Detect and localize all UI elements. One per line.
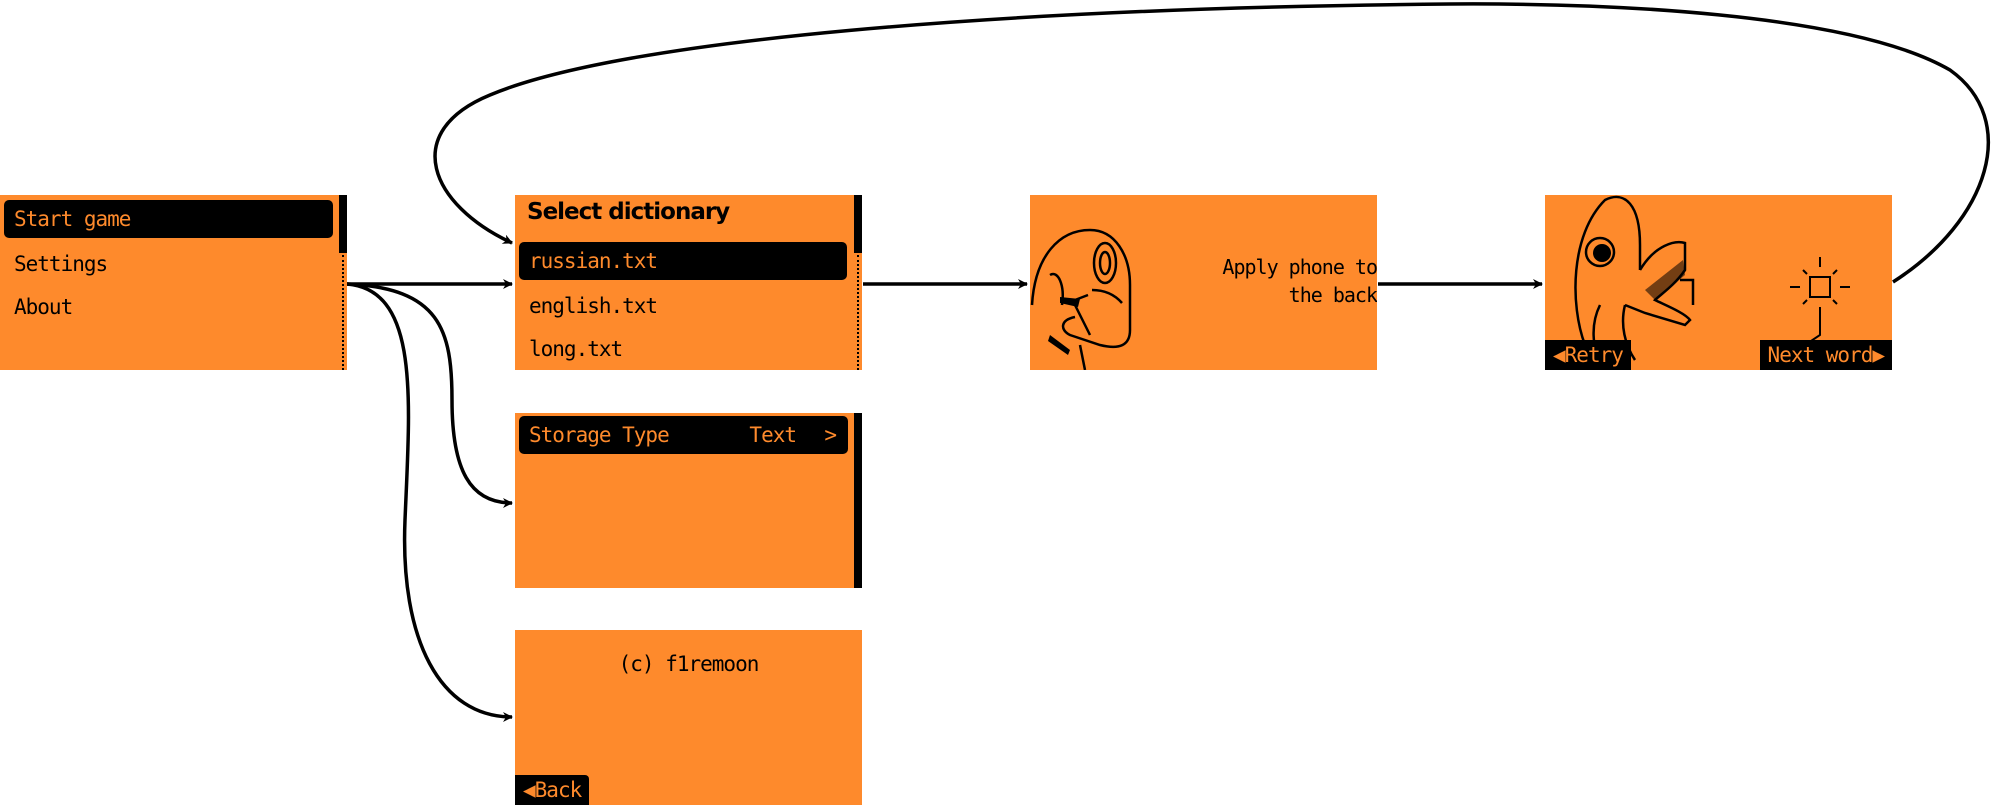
triangle-right-icon: ▶ [1872, 343, 1885, 367]
next-word-button[interactable]: Next word▶ [1759, 340, 1892, 370]
menu-item-settings[interactable]: Settings [4, 245, 108, 283]
next-word-label: Next word [1767, 343, 1874, 367]
scrollbar[interactable] [854, 195, 862, 370]
storage-type-label: Storage Type [529, 423, 670, 447]
arrow-menu-to-about [346, 282, 513, 722]
result-screen: ◀Retry Next word▶ [1545, 195, 1892, 370]
triangle-left-icon: ◀ [1553, 343, 1566, 367]
storage-type-value: Text [749, 423, 797, 447]
retry-label: Retry [1564, 343, 1624, 367]
flow-arrows [346, 2, 1990, 722]
main-menu-screen: Start game Settings About [0, 195, 347, 370]
menu-item-about[interactable]: About [4, 288, 73, 326]
about-text: (c) f1remoon [618, 652, 760, 676]
apply-phone-screen: Apply phone to the back [1030, 195, 1377, 370]
about-screen: (c) f1remoon ◀Back [515, 630, 862, 805]
dictionary-title: Select dictionary [527, 199, 730, 225]
apply-instruction: Apply phone to the back [1222, 253, 1377, 309]
dolphin-icon [1030, 228, 1132, 370]
flow-diagram: Start game Settings About Select diction… [0, 0, 1999, 805]
dictionary-item-english[interactable]: english.txt [519, 287, 658, 325]
settings-item-storage-type[interactable]: Storage Type Text > [519, 416, 848, 454]
chevron-right-icon: > [824, 423, 837, 447]
nfc-chip-icon [1790, 257, 1850, 346]
scrollbar[interactable] [339, 195, 347, 370]
dictionary-screen: Select dictionary russian.txt english.tx… [515, 195, 862, 370]
menu-item-start-game[interactable]: Start game [4, 200, 333, 238]
settings-screen: Storage Type Text > [515, 413, 862, 588]
back-label: Back [534, 778, 583, 802]
dictionary-item-long[interactable]: long.txt [519, 330, 623, 368]
retry-button[interactable]: ◀Retry [1545, 340, 1631, 370]
apply-line-2: the back [1288, 283, 1377, 307]
triangle-left-icon: ◀ [523, 778, 536, 802]
scrollbar[interactable] [854, 413, 862, 588]
dictionary-item-russian[interactable]: russian.txt [519, 242, 847, 280]
apply-line-1: Apply phone to [1222, 255, 1377, 279]
back-button[interactable]: ◀Back [515, 775, 590, 805]
arrow-menu-to-settings [346, 282, 513, 508]
